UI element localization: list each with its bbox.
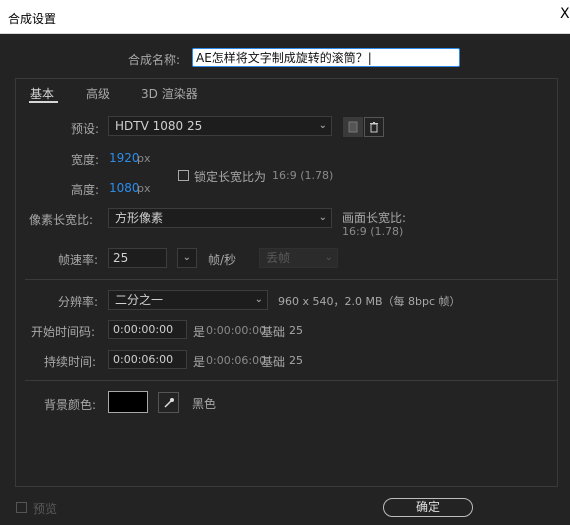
lock-aspect-label: 锁定长宽比为 [194, 170, 267, 184]
preset-dropdown[interactable]: HDTV 1080 25 ⌄ [108, 116, 332, 136]
duration-base-label: 基础 [261, 355, 286, 369]
tab-advanced[interactable]: 高级 [86, 85, 110, 102]
chevron-down-icon: ⌄ [182, 252, 191, 263]
ok-button-label: 确定 [415, 500, 440, 514]
lock-aspect-checkbox[interactable] [178, 170, 189, 181]
width-value[interactable]: 1920 [109, 151, 140, 165]
resolution-info: 960 x 540，2.0 MB（每 8bpc 帧） [278, 295, 461, 308]
pixel-aspect-dropdown[interactable]: 方形像素 ⌄ [108, 208, 332, 228]
delete-preset-icon[interactable] [364, 117, 384, 137]
settings-panel [15, 78, 558, 487]
duration-is-value: 0:00:06:00 [206, 354, 267, 367]
width-label: 宽度: [71, 153, 100, 167]
save-preset-icon[interactable] [343, 117, 363, 137]
start-base-value: 25 [289, 324, 303, 337]
comp-name-label: 合成名称: [128, 53, 181, 67]
preview-checkbox[interactable] [16, 502, 27, 513]
window-titlebar: 合成设置 X [0, 0, 570, 34]
start-is-value: 0:00:00:00 [206, 324, 267, 337]
frame-aspect-label: 画面长宽比: [342, 211, 407, 225]
start-base-label: 基础 [261, 325, 286, 339]
lock-aspect-ratio: 16:9 (1.78) [272, 169, 334, 182]
start-timecode-input[interactable]: 0:00:00:00 [108, 320, 187, 339]
duration-base-value: 25 [289, 354, 303, 367]
drop-frame-value: 丢帧 [266, 251, 291, 265]
pixel-aspect-value: 方形像素 [115, 211, 164, 225]
resolution-dropdown[interactable]: 二分之一 ⌄ [108, 290, 268, 310]
window-title: 合成设置 [8, 12, 57, 26]
duration-is-label: 是 [193, 355, 206, 369]
chevron-down-icon: ⌄ [254, 294, 263, 305]
preset-label: 预设: [71, 122, 100, 136]
width-unit: px [137, 152, 151, 165]
comp-name-input[interactable]: AE怎样将文字制成旋转的滚筒？| [192, 48, 460, 67]
drop-frame-dropdown: 丢帧 ⌄ [259, 248, 338, 268]
frame-rate-label: 帧速率: [58, 253, 99, 267]
start-timecode-label: 开始时间码: [31, 325, 96, 339]
chevron-down-icon: ⌄ [318, 120, 327, 131]
frame-rate-dropdown[interactable]: ⌄ [177, 248, 197, 268]
frame-aspect-value: 16:9 (1.78) [342, 225, 404, 238]
chevron-down-icon: ⌄ [318, 212, 327, 223]
background-color-label: 背景颜色: [44, 398, 97, 412]
preview-label: 预览 [33, 502, 58, 516]
height-value[interactable]: 1080 [109, 181, 140, 195]
background-color-swatch[interactable] [108, 391, 148, 413]
preset-value: HDTV 1080 25 [115, 119, 203, 133]
height-label: 高度: [71, 183, 100, 197]
close-icon[interactable]: X [560, 6, 570, 22]
frame-rate-unit: 帧/秒 [208, 253, 237, 267]
ok-button[interactable]: 确定 [383, 498, 473, 517]
start-is-label: 是 [193, 325, 206, 339]
background-color-name: 黑色 [192, 397, 217, 411]
eyedropper-icon[interactable] [158, 392, 179, 413]
tab-basic[interactable]: 基本 [30, 85, 54, 102]
active-tab-indicator [29, 101, 58, 103]
section-divider [25, 380, 557, 381]
frame-rate-input[interactable]: 25 [108, 248, 167, 268]
section-divider [25, 279, 557, 280]
tab-3d-renderer[interactable]: 3D 渲染器 [141, 85, 198, 102]
duration-label: 持续时间: [44, 355, 97, 369]
duration-input[interactable]: 0:00:06:00 [108, 350, 187, 369]
pixel-aspect-label: 像素长宽比: [29, 213, 94, 227]
chevron-down-icon: ⌄ [324, 252, 333, 263]
resolution-label: 分辨率: [58, 295, 99, 309]
resolution-value: 二分之一 [115, 293, 164, 307]
height-unit: px [137, 182, 151, 195]
